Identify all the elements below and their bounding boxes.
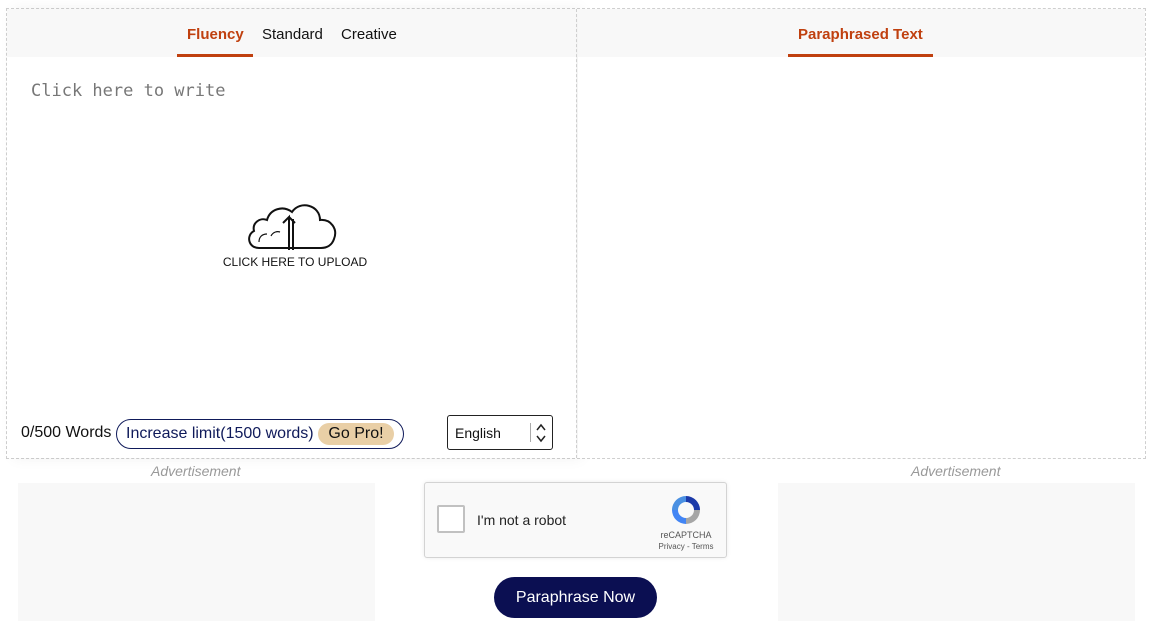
cloud-upload-icon xyxy=(248,204,337,250)
tab-creative[interactable]: Creative xyxy=(341,26,397,43)
tab-paraphrased-text[interactable]: Paraphrased Text xyxy=(798,26,923,43)
input-pane: Fluency Standard Creative Click here to … xyxy=(7,9,576,458)
pane-divider xyxy=(576,9,577,458)
tab-fluency[interactable]: Fluency xyxy=(187,26,244,43)
ad-slot-right xyxy=(778,483,1135,621)
select-separator xyxy=(530,423,531,442)
upload-label: CLICK HERE TO UPLOAD xyxy=(222,255,368,269)
word-count: 0/500 Words xyxy=(21,424,112,441)
output-pane: Paraphrased Text xyxy=(578,9,1145,458)
output-tab-indicator xyxy=(788,54,933,57)
text-input[interactable]: Click here to write xyxy=(31,81,225,101)
editor-frame: Fluency Standard Creative Click here to … xyxy=(6,8,1146,459)
output-tabbar: Paraphrased Text xyxy=(578,9,1145,57)
ad-label-right: Advertisement xyxy=(911,463,1001,479)
recaptcha-label: I'm not a robot xyxy=(477,512,567,528)
recaptcha-brand: reCAPTCHA xyxy=(660,530,712,540)
recaptcha-logo-icon xyxy=(672,496,700,524)
paraphrase-now-button[interactable]: Paraphrase Now xyxy=(494,577,657,618)
recaptcha-checkbox[interactable] xyxy=(437,505,465,533)
language-value: English xyxy=(455,425,501,441)
ad-slot-left xyxy=(18,483,375,621)
chevron-updown-icon xyxy=(536,423,546,443)
upload-button[interactable]: CLICK HERE TO UPLOAD xyxy=(215,195,375,275)
recaptcha-widget: I'm not a robot reCAPTCHA Privacy - Term… xyxy=(424,482,727,558)
increase-limit-button[interactable]: Increase limit(1500 words) Go Pro! xyxy=(116,419,404,449)
increase-limit-label: Increase limit(1500 words) xyxy=(126,425,314,442)
mode-tabbar: Fluency Standard Creative xyxy=(7,9,576,57)
go-pro-badge[interactable]: Go Pro! xyxy=(318,423,394,445)
active-tab-indicator xyxy=(177,54,253,57)
language-select[interactable]: English xyxy=(447,415,553,450)
recaptcha-privacy-terms[interactable]: Privacy - Terms xyxy=(653,542,719,551)
tab-standard[interactable]: Standard xyxy=(262,26,323,43)
ad-label-left: Advertisement xyxy=(151,463,241,479)
